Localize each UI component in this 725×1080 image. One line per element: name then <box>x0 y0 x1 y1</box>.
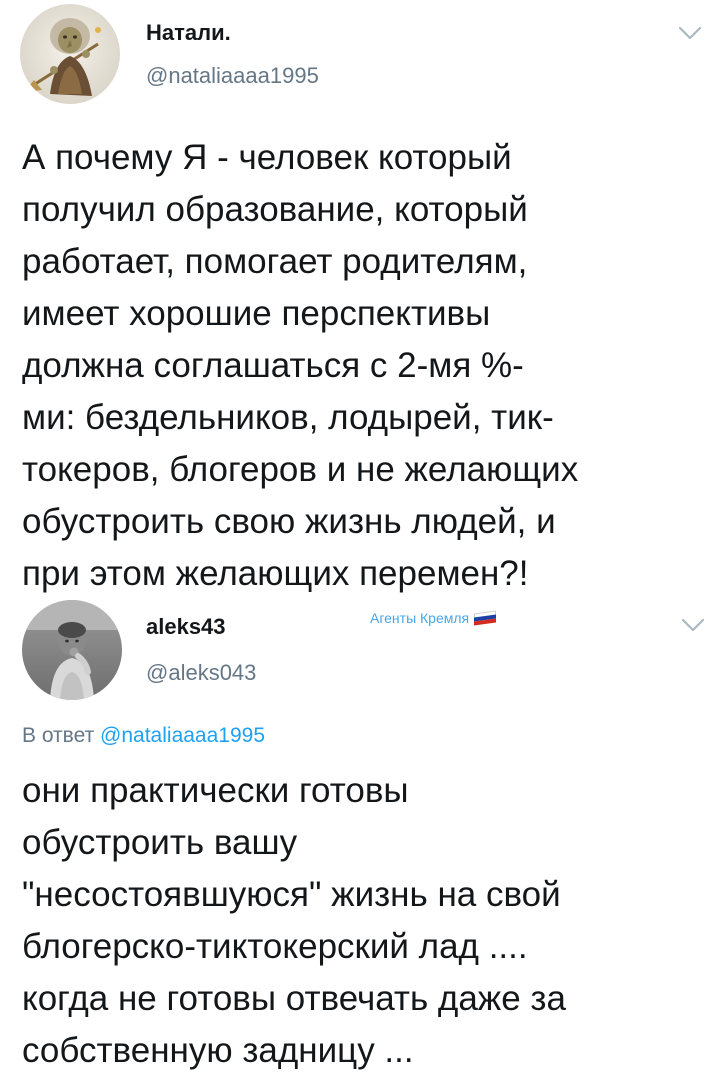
user-handle[interactable]: @aleks043 <box>146 660 256 686</box>
display-name[interactable]: aleks43 <box>146 614 226 640</box>
tweet[interactable]: aleks43 Агенты Кремля @aleks043 В ответ … <box>0 600 725 1080</box>
witch-avatar-icon[interactable] <box>20 4 120 104</box>
tweet-text: они практически готовы обустроить вашу "… <box>22 771 566 1070</box>
child-photo-avatar-icon[interactable] <box>22 600 122 700</box>
reply-mention-link[interactable]: @nataliaaaa1995 <box>100 724 265 747</box>
user-handle[interactable]: @nataliaaaa1995 <box>146 63 319 89</box>
badge-label: Агенты Кремля <box>370 610 470 626</box>
russian-flag-icon <box>474 610 497 626</box>
tweet[interactable]: Натали. @nataliaaaa1995 А почему Я - чел… <box>0 0 725 600</box>
tweet-text: А почему Я - человек который получил обр… <box>22 138 579 593</box>
display-name[interactable]: Натали. <box>146 20 231 46</box>
chevron-down-icon[interactable] <box>677 24 703 42</box>
user-badge: Агенты Кремля <box>370 610 497 626</box>
chevron-down-icon[interactable] <box>680 616 706 634</box>
reply-prefix: В ответ <box>22 724 95 747</box>
reply-context: В ответ @nataliaaaa1995 <box>22 724 265 748</box>
